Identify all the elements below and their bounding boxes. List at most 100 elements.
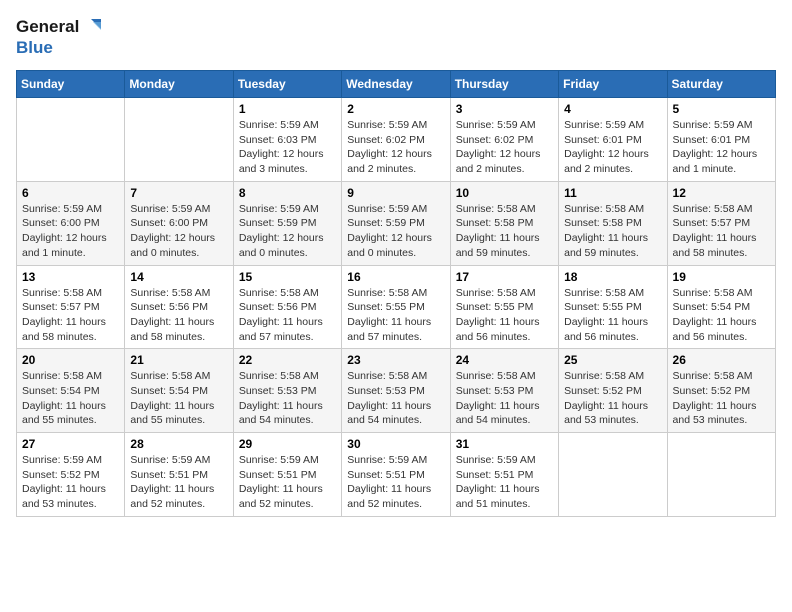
calendar-week-row: 6 Sunrise: 5:59 AM Sunset: 6:00 PM Daylig…	[17, 181, 776, 265]
calendar-cell: 12 Sunrise: 5:58 AM Sunset: 5:57 PM Dayli…	[667, 181, 775, 265]
day-info: Sunrise: 5:59 AM Sunset: 6:01 PM Dayligh…	[673, 118, 770, 177]
calendar-cell: 20Sunrise: 5:58 AM Sunset: 5:54 PM Dayli…	[17, 349, 125, 433]
calendar-cell: 13 Sunrise: 5:58 AM Sunset: 5:57 PM Dayli…	[17, 265, 125, 349]
day-number: 13	[22, 270, 119, 284]
day-info: Sunrise: 5:58 AM Sunset: 5:53 PM Dayligh…	[239, 369, 336, 428]
day-info: Sunrise: 5:58 AM Sunset: 5:55 PM Dayligh…	[347, 286, 444, 345]
day-number: 11	[564, 186, 661, 200]
day-number: 4	[564, 102, 661, 116]
calendar-cell: 6 Sunrise: 5:59 AM Sunset: 6:00 PM Daylig…	[17, 181, 125, 265]
day-number: 16	[347, 270, 444, 284]
calendar-cell	[125, 98, 233, 182]
day-number: 10	[456, 186, 553, 200]
calendar-cell: 14 Sunrise: 5:58 AM Sunset: 5:56 PM Dayli…	[125, 265, 233, 349]
calendar-cell: 19 Sunrise: 5:58 AM Sunset: 5:54 PM Dayli…	[667, 265, 775, 349]
day-info: Sunrise: 5:59 AM Sunset: 5:59 PM Dayligh…	[347, 202, 444, 261]
weekday-header-thursday: Thursday	[450, 71, 558, 98]
calendar-cell: 16 Sunrise: 5:58 AM Sunset: 5:55 PM Dayli…	[342, 265, 450, 349]
day-number: 28	[130, 437, 227, 451]
logo-text: General Blue	[16, 16, 103, 58]
day-number: 6	[22, 186, 119, 200]
calendar-cell: 3Sunrise: 5:59 AM Sunset: 6:02 PM Daylig…	[450, 98, 558, 182]
calendar-cell: 1Sunrise: 5:59 AM Sunset: 6:03 PM Daylig…	[233, 98, 341, 182]
calendar-cell: 22 Sunrise: 5:58 AM Sunset: 5:53 PM Dayli…	[233, 349, 341, 433]
day-number: 31	[456, 437, 553, 451]
weekday-header-monday: Monday	[125, 71, 233, 98]
day-info: Sunrise: 5:59 AM Sunset: 5:51 PM Dayligh…	[347, 453, 444, 512]
weekday-header-friday: Friday	[559, 71, 667, 98]
calendar-cell: 30 Sunrise: 5:59 AM Sunset: 5:51 PM Dayli…	[342, 433, 450, 517]
day-number: 22	[239, 353, 336, 367]
day-number: 24	[456, 353, 553, 367]
day-number: 25	[564, 353, 661, 367]
calendar-cell: 31 Sunrise: 5:59 AM Sunset: 5:51 PM Dayli…	[450, 433, 558, 517]
calendar-cell: 15Sunrise: 5:58 AM Sunset: 5:56 PM Dayli…	[233, 265, 341, 349]
day-info: Sunrise: 5:58 AM Sunset: 5:53 PM Dayligh…	[456, 369, 553, 428]
day-number: 17	[456, 270, 553, 284]
weekday-header-saturday: Saturday	[667, 71, 775, 98]
day-info: Sunrise: 5:59 AM Sunset: 5:51 PM Dayligh…	[456, 453, 553, 512]
calendar-cell: 18 Sunrise: 5:58 AM Sunset: 5:55 PM Dayli…	[559, 265, 667, 349]
calendar-cell: 24 Sunrise: 5:58 AM Sunset: 5:53 PM Dayli…	[450, 349, 558, 433]
calendar-cell: 2 Sunrise: 5:59 AM Sunset: 6:02 PM Daylig…	[342, 98, 450, 182]
day-number: 27	[22, 437, 119, 451]
day-number: 9	[347, 186, 444, 200]
day-info: Sunrise: 5:58 AM Sunset: 5:52 PM Dayligh…	[564, 369, 661, 428]
logo-bird-icon	[81, 16, 103, 38]
day-info: Sunrise: 5:58 AM Sunset: 5:54 PM Dayligh…	[673, 286, 770, 345]
day-number: 30	[347, 437, 444, 451]
day-number: 7	[130, 186, 227, 200]
calendar-table: SundayMondayTuesdayWednesdayThursdayFrid…	[16, 70, 776, 517]
calendar-cell: 21 Sunrise: 5:58 AM Sunset: 5:54 PM Dayli…	[125, 349, 233, 433]
day-info: Sunrise: 5:58 AM Sunset: 5:58 PM Dayligh…	[456, 202, 553, 261]
weekday-header-wednesday: Wednesday	[342, 71, 450, 98]
day-number: 23	[347, 353, 444, 367]
day-number: 12	[673, 186, 770, 200]
day-info: Sunrise: 5:58 AM Sunset: 5:56 PM Dayligh…	[130, 286, 227, 345]
day-number: 5	[673, 102, 770, 116]
day-info: Sunrise: 5:59 AM Sunset: 6:03 PM Dayligh…	[239, 118, 336, 177]
calendar-cell: 8Sunrise: 5:59 AM Sunset: 5:59 PM Daylig…	[233, 181, 341, 265]
day-info: Sunrise: 5:58 AM Sunset: 5:56 PM Dayligh…	[239, 286, 336, 345]
weekday-header-sunday: Sunday	[17, 71, 125, 98]
calendar-cell: 7 Sunrise: 5:59 AM Sunset: 6:00 PM Daylig…	[125, 181, 233, 265]
calendar-week-row: 27Sunrise: 5:59 AM Sunset: 5:52 PM Dayli…	[17, 433, 776, 517]
calendar-cell	[559, 433, 667, 517]
day-number: 8	[239, 186, 336, 200]
calendar-cell: 9 Sunrise: 5:59 AM Sunset: 5:59 PM Daylig…	[342, 181, 450, 265]
day-number: 18	[564, 270, 661, 284]
calendar-cell: 11Sunrise: 5:58 AM Sunset: 5:58 PM Dayli…	[559, 181, 667, 265]
day-number: 19	[673, 270, 770, 284]
day-info: Sunrise: 5:58 AM Sunset: 5:52 PM Dayligh…	[673, 369, 770, 428]
weekday-header-tuesday: Tuesday	[233, 71, 341, 98]
calendar-week-row: 13 Sunrise: 5:58 AM Sunset: 5:57 PM Dayli…	[17, 265, 776, 349]
day-number: 21	[130, 353, 227, 367]
calendar-cell	[17, 98, 125, 182]
day-info: Sunrise: 5:59 AM Sunset: 6:01 PM Dayligh…	[564, 118, 661, 177]
day-info: Sunrise: 5:58 AM Sunset: 5:57 PM Dayligh…	[22, 286, 119, 345]
day-number: 29	[239, 437, 336, 451]
page-header: General Blue	[16, 16, 776, 58]
calendar-cell: 4 Sunrise: 5:59 AM Sunset: 6:01 PM Daylig…	[559, 98, 667, 182]
logo: General Blue	[16, 16, 103, 58]
day-number: 26	[673, 353, 770, 367]
calendar-week-row: 1Sunrise: 5:59 AM Sunset: 6:03 PM Daylig…	[17, 98, 776, 182]
calendar-cell: 26 Sunrise: 5:58 AM Sunset: 5:52 PM Dayli…	[667, 349, 775, 433]
day-info: Sunrise: 5:58 AM Sunset: 5:53 PM Dayligh…	[347, 369, 444, 428]
day-info: Sunrise: 5:59 AM Sunset: 5:51 PM Dayligh…	[130, 453, 227, 512]
day-info: Sunrise: 5:58 AM Sunset: 5:55 PM Dayligh…	[456, 286, 553, 345]
calendar-cell	[667, 433, 775, 517]
day-info: Sunrise: 5:58 AM Sunset: 5:57 PM Dayligh…	[673, 202, 770, 261]
calendar-cell: 17 Sunrise: 5:58 AM Sunset: 5:55 PM Dayli…	[450, 265, 558, 349]
calendar-cell: 29Sunrise: 5:59 AM Sunset: 5:51 PM Dayli…	[233, 433, 341, 517]
day-info: Sunrise: 5:58 AM Sunset: 5:54 PM Dayligh…	[130, 369, 227, 428]
day-info: Sunrise: 5:59 AM Sunset: 6:02 PM Dayligh…	[347, 118, 444, 177]
day-number: 2	[347, 102, 444, 116]
calendar-cell: 23 Sunrise: 5:58 AM Sunset: 5:53 PM Dayli…	[342, 349, 450, 433]
day-info: Sunrise: 5:58 AM Sunset: 5:54 PM Dayligh…	[22, 369, 119, 428]
day-info: Sunrise: 5:59 AM Sunset: 6:00 PM Dayligh…	[22, 202, 119, 261]
day-info: Sunrise: 5:59 AM Sunset: 6:00 PM Dayligh…	[130, 202, 227, 261]
day-info: Sunrise: 5:58 AM Sunset: 5:55 PM Dayligh…	[564, 286, 661, 345]
calendar-cell: 10 Sunrise: 5:58 AM Sunset: 5:58 PM Dayli…	[450, 181, 558, 265]
day-number: 14	[130, 270, 227, 284]
